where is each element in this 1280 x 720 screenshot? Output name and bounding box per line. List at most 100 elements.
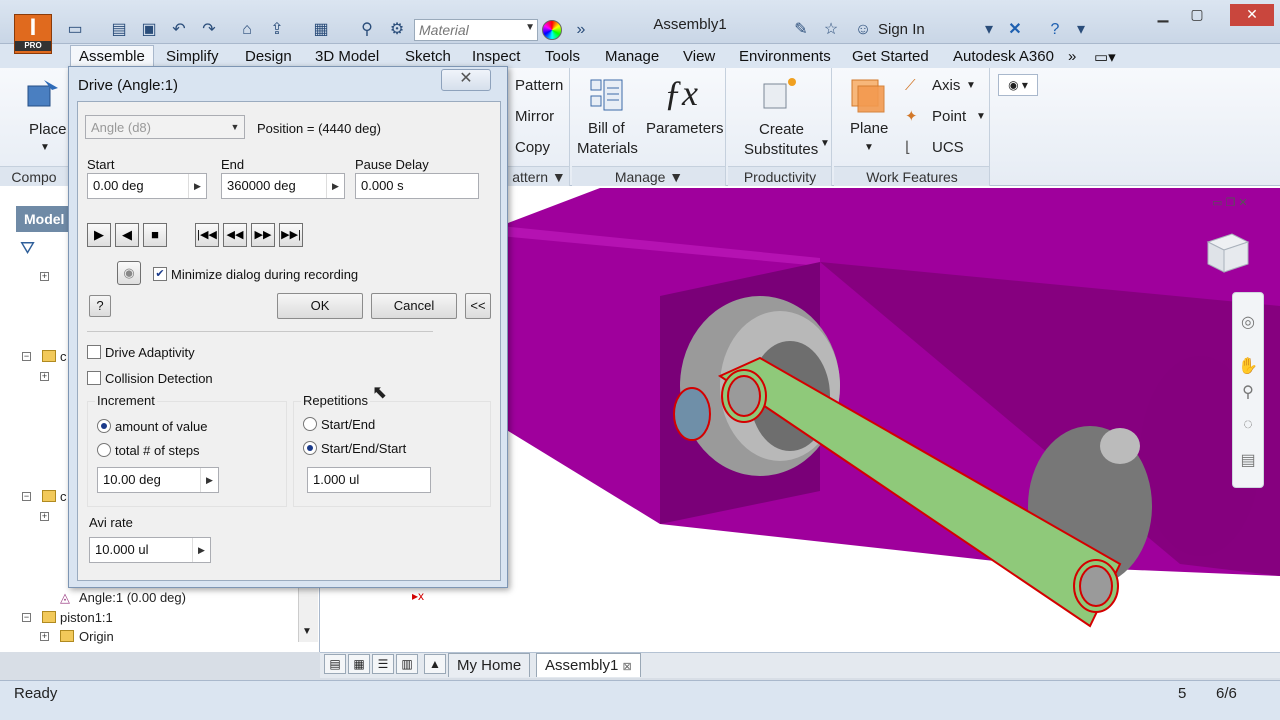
tab-environments[interactable]: Environments — [739, 48, 831, 65]
step-reverse-button[interactable]: ◀◀ — [223, 223, 247, 247]
material-select[interactable]: Material ▼ — [414, 19, 538, 41]
tree-collapse-icon[interactable]: − — [22, 492, 31, 501]
cascade-windows-icon[interactable]: ▤ — [324, 654, 346, 674]
exchange-apps-icon[interactable]: ✕ — [1004, 19, 1026, 41]
chevron-down-icon[interactable]: ▾ — [1070, 19, 1092, 41]
end-input[interactable]: 360000 deg ▶ — [221, 173, 345, 199]
zoom-icon[interactable]: ⚲ — [1238, 382, 1258, 402]
measure-icon[interactable]: ⚲ — [356, 19, 378, 41]
tab-view[interactable]: View — [683, 48, 715, 65]
collision-detection-checkbox[interactable] — [87, 371, 101, 385]
step-forward-button[interactable]: ▶▶ — [251, 223, 275, 247]
more-tabs-icon[interactable]: » — [1068, 48, 1076, 65]
start-input[interactable]: 0.00 deg ▶ — [87, 173, 207, 199]
scroll-down-icon[interactable]: ▼ — [302, 622, 312, 642]
tab-assembly1[interactable]: Assembly1 ⊠ — [536, 653, 641, 677]
repetitions-input[interactable]: 1.000 ul — [307, 467, 431, 493]
tree-expand-icon[interactable]: + — [40, 632, 49, 641]
favorites-star-icon[interactable]: ☆ — [820, 19, 842, 41]
component-panel-label[interactable]: Compo — [0, 166, 68, 186]
record-button[interactable]: ◉ — [117, 261, 141, 285]
tile-windows-icon[interactable]: ▦ — [348, 654, 370, 674]
orbit-icon[interactable]: ◌ — [1238, 416, 1258, 436]
constraint-select[interactable]: Angle (d8) ▼ — [85, 115, 245, 139]
start-end-radio[interactable] — [303, 417, 317, 431]
search-help-icon[interactable]: ✎ — [790, 19, 812, 41]
place-button[interactable]: Place — [29, 120, 67, 140]
ribbon-options-icon[interactable]: ▭▾ — [1094, 48, 1116, 66]
play-reverse-button[interactable]: ◀ — [115, 223, 139, 247]
dialog-close-button[interactable]: ✕ — [441, 69, 491, 91]
tab-3d-model[interactable]: 3D Model — [315, 48, 379, 65]
minimize-dialog-checkbox[interactable]: ✔ — [153, 267, 167, 281]
drive-adaptivity-checkbox[interactable] — [87, 345, 101, 359]
tab-my-home[interactable]: My Home — [448, 653, 531, 677]
help-button[interactable]: ? — [89, 295, 111, 317]
total-steps-radio[interactable] — [97, 443, 111, 457]
tab-get-started[interactable]: Get Started — [852, 48, 929, 65]
appearance-icon[interactable]: ⚙ — [386, 19, 408, 41]
chevron-down-icon[interactable]: ▼ — [40, 138, 50, 158]
sign-in-link[interactable]: Sign In — [878, 21, 925, 38]
tab-sketch[interactable]: Sketch — [405, 48, 451, 65]
tree-expand-icon[interactable]: + — [40, 512, 49, 521]
place-component-icon[interactable] — [24, 76, 66, 114]
look-at-icon[interactable]: ▤ — [1238, 450, 1258, 470]
help-icon[interactable]: ? — [1044, 19, 1066, 41]
tree-item-origin[interactable]: Origin — [79, 629, 114, 644]
viewcube-icon[interactable] — [1204, 232, 1250, 274]
go-to-end-button[interactable]: ▶▶| — [279, 223, 303, 247]
amount-of-value-radio[interactable] — [97, 419, 111, 433]
steering-wheel-icon[interactable]: ◎ — [1238, 312, 1258, 332]
start-end-start-radio[interactable] — [303, 441, 317, 455]
tree-item-label[interactable]: c — [60, 349, 67, 364]
redo-icon[interactable]: ↷ — [198, 19, 220, 41]
avi-rate-input[interactable]: 10.000 ul ▶ — [89, 537, 211, 563]
maximize-window-button[interactable]: ▢ — [1182, 4, 1212, 26]
stop-button[interactable]: ■ — [143, 223, 167, 247]
tab-inspect[interactable]: Inspect — [472, 48, 520, 65]
pause-delay-input[interactable]: 0.000 s — [355, 173, 479, 199]
tree-item-label[interactable]: c — [60, 489, 67, 504]
increment-input[interactable]: 10.00 deg ▶ — [97, 467, 219, 493]
pan-hand-icon[interactable]: ✋ — [1238, 356, 1258, 376]
viewport-window-controls[interactable]: ▭ ❐ ✕ — [1212, 193, 1248, 213]
chevron-up-icon[interactable]: ▲ — [424, 654, 446, 674]
component-icon — [42, 611, 56, 623]
new-file-icon[interactable]: ▭ — [64, 19, 86, 41]
go-to-start-button[interactable]: |◀◀ — [195, 223, 219, 247]
tree-expand-icon[interactable]: + — [40, 272, 49, 281]
cancel-button[interactable]: Cancel — [371, 293, 457, 319]
home-icon[interactable]: ⌂ — [236, 19, 258, 41]
collapse-options-button[interactable]: << — [465, 293, 491, 319]
tab-tools[interactable]: Tools — [545, 48, 580, 65]
tree-item-angle[interactable]: Angle:1 (0.00 deg) — [79, 590, 186, 605]
open-folder-icon[interactable]: ▤ — [108, 19, 130, 41]
overflow-arrows-icon[interactable]: » — [570, 19, 592, 41]
tab-manage[interactable]: Manage — [605, 48, 659, 65]
tile-horizontal-icon[interactable]: ☰ — [372, 654, 394, 674]
chevron-down-icon[interactable]: ▾ — [978, 19, 1000, 41]
tab-autodesk-a360[interactable]: Autodesk A360 — [953, 48, 1054, 65]
panel-options-dropdown[interactable]: ◉ ▾ — [998, 74, 1038, 96]
folder-icon — [60, 630, 74, 642]
color-override-icon[interactable] — [542, 20, 562, 40]
filter-icon[interactable]: ⛛ — [20, 238, 35, 258]
app-logo[interactable]: I PRO — [14, 14, 52, 54]
tab-simplify[interactable]: Simplify — [166, 48, 219, 65]
tree-collapse-icon[interactable]: − — [22, 352, 31, 361]
user-icon[interactable]: ☺ — [852, 19, 874, 41]
update-icon[interactable]: ⇪ — [266, 19, 288, 41]
tree-expand-icon[interactable]: + — [40, 372, 49, 381]
tile-vertical-icon[interactable]: ▥ — [396, 654, 418, 674]
select-filter-icon[interactable]: ▦ — [310, 19, 332, 41]
close-window-button[interactable]: ✕ — [1230, 4, 1274, 26]
minimize-window-button[interactable]: ▁ — [1148, 4, 1178, 26]
ok-button[interactable]: OK — [277, 293, 363, 319]
undo-icon[interactable]: ↶ — [168, 19, 190, 41]
play-forward-button[interactable]: ▶ — [87, 223, 111, 247]
tab-design[interactable]: Design — [245, 48, 292, 65]
tree-collapse-icon[interactable]: − — [22, 613, 31, 622]
save-icon[interactable]: ▣ — [138, 19, 160, 41]
tree-item-piston[interactable]: piston1:1 — [60, 610, 113, 625]
